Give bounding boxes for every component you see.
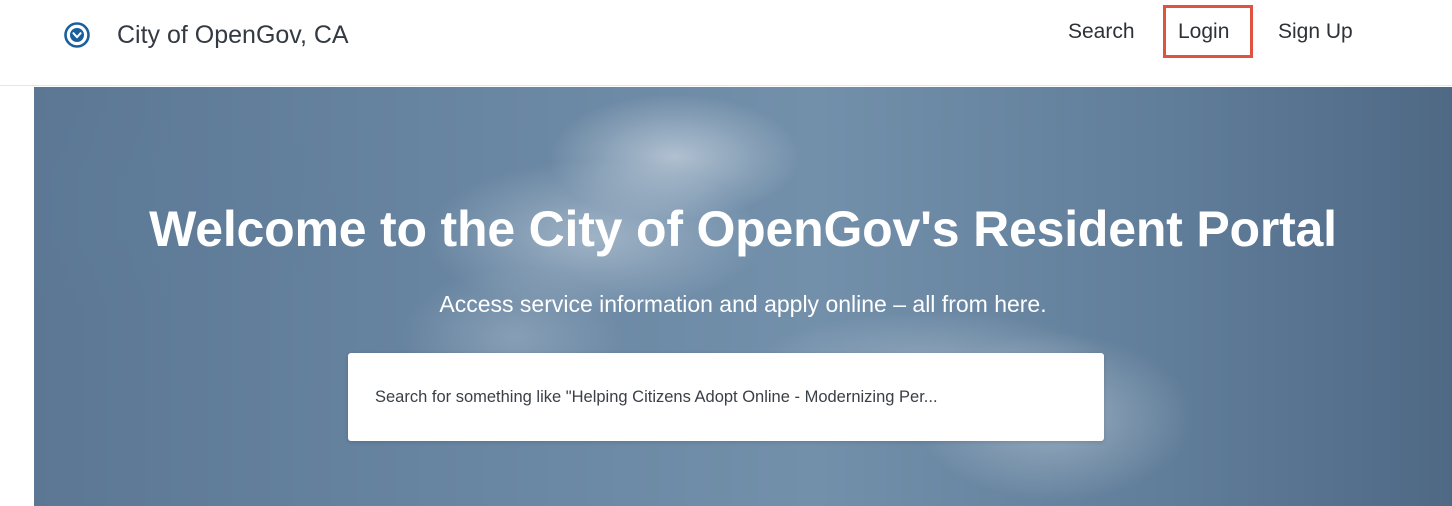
hero-title: Welcome to the City of OpenGov's Residen… <box>149 201 1337 257</box>
opengov-logo-icon[interactable] <box>64 22 90 48</box>
brand-name[interactable]: City of OpenGov, CA <box>117 18 349 52</box>
page: City of OpenGov, CA Search Login Sign Up… <box>0 0 1452 506</box>
hero-banner: Welcome to the City of OpenGov's Residen… <box>34 87 1452 506</box>
hero-subtitle: Access service information and apply onl… <box>439 291 1047 317</box>
site-header: City of OpenGov, CA Search Login Sign Up <box>0 0 1452 86</box>
nav-login-link[interactable]: Login <box>1163 5 1253 58</box>
hero-search-box <box>348 353 1104 441</box>
nav-login-label: Login <box>1178 20 1230 43</box>
nav-signup-link[interactable]: Sign Up <box>1278 17 1353 47</box>
search-input[interactable] <box>348 353 1104 441</box>
nav-search-link[interactable]: Search <box>1068 17 1135 47</box>
